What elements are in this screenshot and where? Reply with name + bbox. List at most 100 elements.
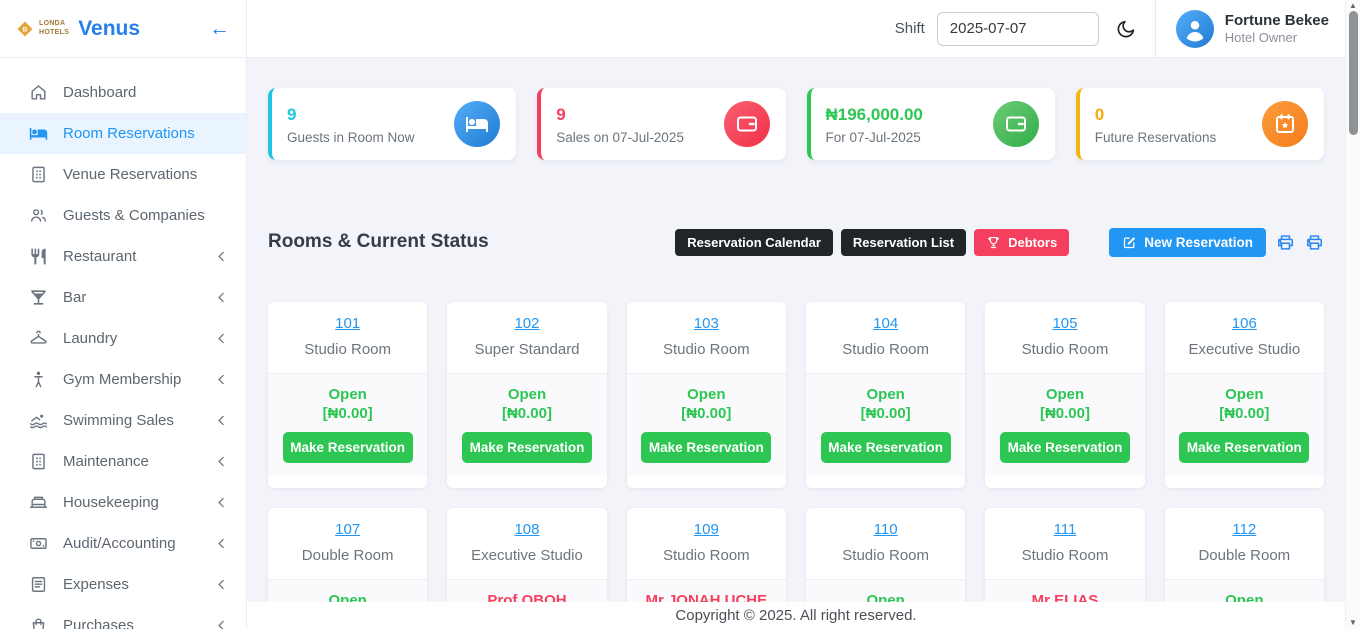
sidebar-item-maintenance[interactable]: Maintenance bbox=[0, 441, 246, 482]
trophy-icon bbox=[986, 235, 1001, 250]
make-reservation-button[interactable]: Make Reservation bbox=[282, 432, 413, 463]
sidebar-item-gym-membership[interactable]: Gym Membership bbox=[0, 359, 246, 400]
reservation-list-button[interactable]: Reservation List bbox=[840, 228, 967, 256]
sidebar-item-housekeeping[interactable]: Housekeeping bbox=[0, 482, 246, 523]
avatar bbox=[1175, 9, 1214, 48]
sidebar-item-purchases[interactable]: Purchases bbox=[0, 605, 246, 629]
stat-card-future-reservations: 0 Future Reservations bbox=[1075, 88, 1324, 160]
room-number-link[interactable]: 109 bbox=[694, 521, 719, 538]
chevron-left-icon bbox=[215, 291, 228, 304]
scroll-down-arrow-icon[interactable]: ▼ bbox=[1349, 619, 1357, 627]
sidebar-menu: Dashboard Room Reservations Venue Reserv… bbox=[0, 58, 246, 629]
room-number-link[interactable]: 103 bbox=[694, 315, 719, 332]
stat-value: 9 bbox=[287, 105, 297, 125]
home-icon bbox=[28, 83, 48, 103]
sidebar-item-label: Purchases bbox=[63, 617, 134, 629]
print-button[interactable] bbox=[1276, 233, 1295, 252]
user-name: Fortune Bekee bbox=[1224, 11, 1329, 29]
bed-icon bbox=[28, 124, 48, 144]
banknote-icon bbox=[28, 534, 48, 554]
room-number-link[interactable]: 102 bbox=[514, 315, 539, 332]
room-number-link[interactable]: 101 bbox=[335, 315, 360, 332]
sidebar-item-bar[interactable]: Bar bbox=[0, 277, 246, 318]
sidebar-item-label: Bar bbox=[63, 289, 87, 306]
scrollbar-thumb[interactable] bbox=[1349, 11, 1358, 135]
user-block[interactable]: Fortune Bekee Hotel Owner bbox=[1154, 0, 1345, 58]
room-number-link[interactable]: 106 bbox=[1232, 315, 1257, 332]
make-reservation-button[interactable]: Make Reservation bbox=[999, 432, 1130, 463]
sidebar-item-label: Expenses bbox=[63, 576, 129, 593]
stat-label: Future Reservations bbox=[1094, 129, 1217, 145]
room-amount: [₦0.00] bbox=[501, 405, 552, 422]
sidebar-item-label: Audit/Accounting bbox=[63, 535, 176, 552]
print-button-2[interactable] bbox=[1305, 233, 1324, 252]
stat-label: Sales on 07-Jul-2025 bbox=[556, 129, 684, 145]
room-number-link[interactable]: 108 bbox=[514, 521, 539, 538]
logo-text: LONDA HOTELS bbox=[39, 20, 69, 36]
building-icon bbox=[28, 165, 48, 185]
make-reservation-button[interactable]: Make Reservation bbox=[461, 432, 592, 463]
scroll-up-arrow-icon[interactable]: ▲ bbox=[1349, 2, 1357, 10]
londa-hotels-logo: B LONDA HOTELS bbox=[14, 18, 69, 40]
app-title: Venus bbox=[78, 16, 141, 40]
room-number-link[interactable]: 111 bbox=[1054, 521, 1077, 538]
chevron-left-icon bbox=[215, 250, 228, 263]
room-number-link[interactable]: 104 bbox=[873, 315, 898, 332]
chevron-left-icon bbox=[215, 496, 228, 509]
make-reservation-button[interactable]: Make Reservation bbox=[820, 432, 951, 463]
sidebar-item-dashboard[interactable]: Dashboard bbox=[0, 72, 246, 113]
debtors-button[interactable]: Debtors bbox=[974, 228, 1070, 256]
sidebar-item-label: Housekeeping bbox=[63, 494, 159, 511]
room-number-link[interactable]: 110 bbox=[874, 521, 898, 538]
sidebar-item-expenses[interactable]: Expenses bbox=[0, 564, 246, 605]
sidebar-item-audit-accounting[interactable]: Audit/Accounting bbox=[0, 523, 246, 564]
new-reservation-button[interactable]: New Reservation bbox=[1109, 227, 1266, 257]
main-content: 9 Guests in Room Now 9 Sales on 07-Jul-2… bbox=[247, 58, 1345, 629]
stat-card-guests: 9 Guests in Room Now bbox=[268, 88, 517, 160]
stat-value: 9 bbox=[556, 105, 566, 125]
dark-mode-toggle[interactable] bbox=[1115, 18, 1137, 40]
stat-value: 0 bbox=[1094, 105, 1105, 125]
sidebar-item-label: Gym Membership bbox=[63, 371, 182, 388]
section-title: Rooms & Current Status bbox=[268, 231, 489, 252]
moon-icon bbox=[1115, 18, 1137, 40]
swimmer-icon bbox=[28, 411, 48, 431]
room-number-link[interactable]: 105 bbox=[1052, 315, 1077, 332]
section-actions: Reservation Calendar Reservation List De… bbox=[675, 227, 1324, 257]
sidebar-item-guests-companies[interactable]: Guests & Companies bbox=[0, 195, 246, 236]
sidebar-item-venue-reservations[interactable]: Venue Reservations bbox=[0, 154, 246, 195]
sidebar-item-swimming-sales[interactable]: Swimming Sales bbox=[0, 400, 246, 441]
reservation-calendar-button[interactable]: Reservation Calendar bbox=[675, 228, 833, 256]
building-icon bbox=[28, 452, 48, 472]
room-amount: [₦0.00] bbox=[681, 405, 732, 422]
vertical-scrollbar[interactable]: ▲ ▼ bbox=[1345, 0, 1360, 629]
room-number-link[interactable]: 107 bbox=[335, 521, 360, 538]
room-type: Executive Studio bbox=[471, 547, 583, 564]
shift-date-input[interactable] bbox=[936, 11, 1099, 46]
sidebar-item-label: Guests & Companies bbox=[63, 207, 205, 224]
room-type: Double Room bbox=[301, 547, 394, 564]
logo-diamond-icon: B bbox=[17, 21, 33, 36]
copyright-text: Copyright © 2025. All right reserved. bbox=[675, 607, 917, 624]
room-status: Open bbox=[687, 386, 726, 403]
stat-label: Guests in Room Now bbox=[287, 129, 415, 145]
sidebar-item-room-reservations[interactable]: Room Reservations bbox=[0, 113, 246, 154]
room-status: Open bbox=[507, 386, 547, 403]
footer: Copyright © 2025. All right reserved. bbox=[247, 602, 1345, 629]
chevron-left-icon bbox=[215, 373, 228, 386]
make-reservation-button[interactable]: Make Reservation bbox=[1179, 432, 1310, 463]
pencil-square-icon bbox=[1122, 235, 1137, 250]
room-type: Studio Room bbox=[1021, 341, 1109, 358]
sidebar-item-restaurant[interactable]: Restaurant bbox=[0, 236, 246, 277]
sidebar-collapse-arrow-icon[interactable]: ← bbox=[209, 18, 230, 39]
room-status: Open bbox=[1225, 386, 1264, 403]
make-reservation-button[interactable]: Make Reservation bbox=[641, 432, 772, 463]
room-number-link[interactable]: 112 bbox=[1232, 521, 1256, 538]
room-card-102: 102 Super Standard Open [₦0.00] Make Rese… bbox=[447, 302, 607, 488]
room-amount: [₦0.00] bbox=[1039, 405, 1090, 422]
calendar-star-icon bbox=[1262, 101, 1308, 147]
rooms-section-header: Rooms & Current Status Reservation Calen… bbox=[268, 227, 1324, 257]
shift-label: Shift bbox=[894, 20, 925, 37]
sidebar-item-laundry[interactable]: Laundry bbox=[0, 318, 246, 359]
wallet-icon bbox=[723, 101, 770, 147]
